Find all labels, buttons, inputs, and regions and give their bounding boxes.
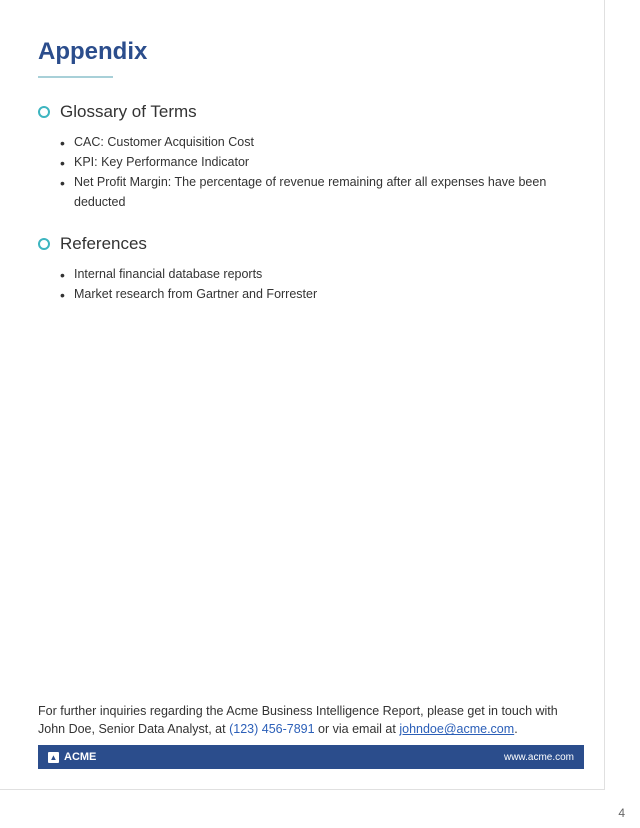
- glossary-list: CAC: Customer Acquisition Cost KPI: Key …: [38, 132, 566, 212]
- contact-text-suffix: .: [514, 722, 517, 736]
- references-header: References: [38, 234, 566, 254]
- footer-bar: ▲ ACME www.acme.com: [38, 745, 584, 769]
- logo-icon: ▲: [48, 752, 59, 763]
- list-item: Internal financial database reports: [74, 264, 566, 284]
- circle-bullet-icon: [38, 238, 50, 250]
- list-item: CAC: Customer Acquisition Cost: [74, 132, 566, 152]
- list-item: Net Profit Margin: The percentage of rev…: [74, 172, 566, 212]
- phone-link[interactable]: (123) 456-7891: [229, 722, 314, 736]
- contact-paragraph: For further inquiries regarding the Acme…: [38, 702, 566, 740]
- document-page: Appendix Glossary of Terms CAC: Customer…: [0, 0, 605, 790]
- glossary-heading: Glossary of Terms: [60, 102, 197, 122]
- list-item: Market research from Gartner and Forrest…: [74, 284, 566, 304]
- page-title: Appendix: [38, 38, 566, 66]
- company-name: ACME: [64, 751, 96, 763]
- list-item: KPI: Key Performance Indicator: [74, 152, 566, 172]
- page-content: Appendix Glossary of Terms CAC: Customer…: [0, 0, 604, 304]
- footer-url: www.acme.com: [504, 752, 574, 763]
- email-link[interactable]: johndoe@acme.com: [399, 722, 514, 736]
- glossary-header: Glossary of Terms: [38, 102, 566, 122]
- contact-text-middle: or via email at: [315, 722, 400, 736]
- references-list: Internal financial database reports Mark…: [38, 264, 566, 304]
- circle-bullet-icon: [38, 106, 50, 118]
- footer-logo: ▲ ACME: [48, 751, 96, 763]
- references-heading: References: [60, 234, 147, 254]
- title-underline: [38, 76, 113, 78]
- page-number: 4: [618, 806, 625, 820]
